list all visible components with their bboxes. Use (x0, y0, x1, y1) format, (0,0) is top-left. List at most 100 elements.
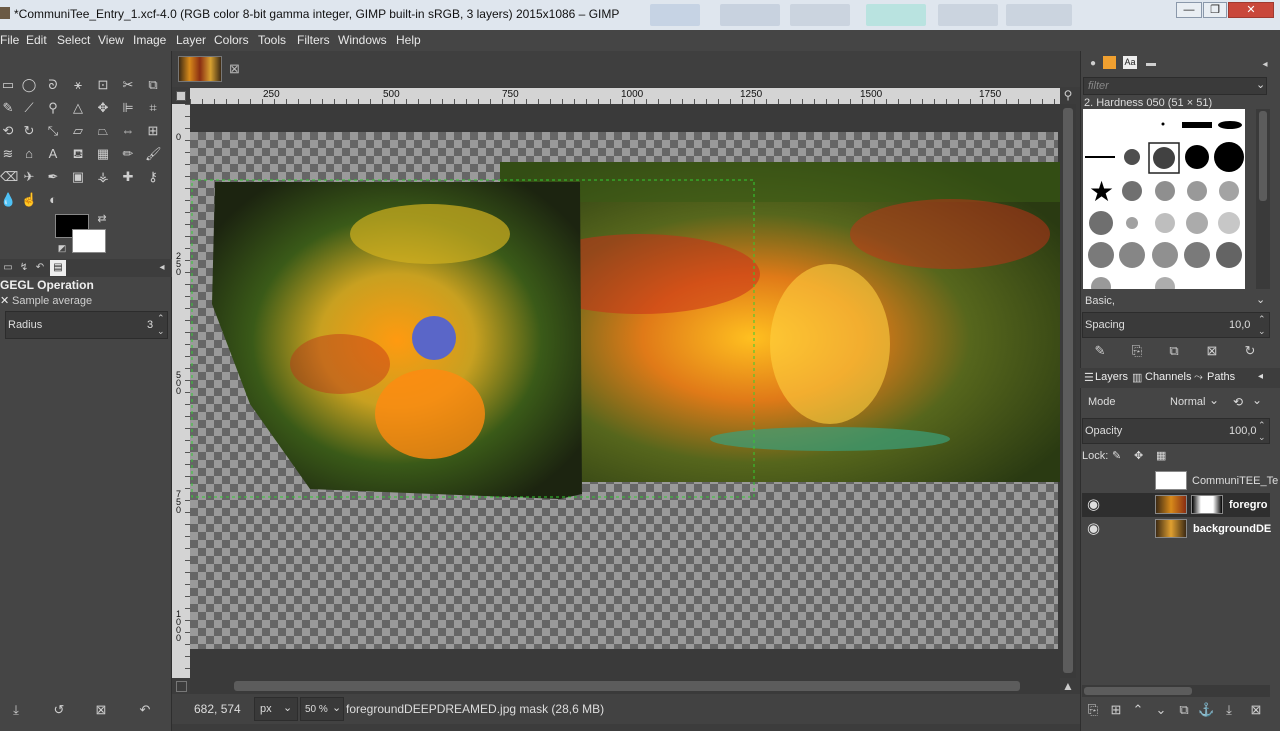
gradient-icon[interactable]: ▦ (95, 146, 111, 162)
handle-transform-icon[interactable]: ⌂ (21, 146, 37, 162)
brush-thumbnail[interactable] (1091, 277, 1111, 289)
delete-layer-icon[interactable]: ⊠ (1248, 702, 1264, 718)
layer-name[interactable]: CommuniTEE_Te (1192, 475, 1278, 487)
scissors-icon[interactable]: ✂ (120, 77, 136, 93)
brush-thumbnail[interactable] (1218, 121, 1242, 129)
spacing-slider[interactable]: Spacing 10,0 ⌃ ⌄ (1082, 312, 1270, 338)
navigate-icon[interactable] (176, 681, 187, 692)
image-tab-thumbnail[interactable] (178, 56, 222, 82)
brush-thumbnail[interactable] (1153, 147, 1175, 169)
layers-hscrollbar-thumb[interactable] (1084, 687, 1192, 695)
restore-tool-preset-icon[interactable]: ↺ (51, 702, 67, 718)
default-colors-icon[interactable]: ◩ (54, 240, 70, 256)
fuzzy-select-icon[interactable]: ⚹ (70, 77, 86, 93)
brushes-tab-icon[interactable]: ● (1085, 56, 1101, 72)
duplicate-layer-icon[interactable]: ⧉ (1176, 702, 1192, 718)
color-select-icon[interactable]: ⊡ (95, 77, 111, 93)
lock-alpha-icon[interactable]: ▦ (1156, 449, 1166, 462)
layer-row-foreground[interactable]: ◉ foregro (1082, 493, 1270, 517)
menu-help[interactable]: Help (396, 33, 421, 47)
lock-position-icon[interactable]: ✥ (1134, 449, 1143, 462)
unit-selector[interactable]: px ⌄ (254, 697, 298, 721)
images-tab-icon[interactable]: ▤ (50, 260, 66, 276)
brush-thumbnail[interactable] (1219, 181, 1239, 201)
eye-visibility-icon[interactable]: ◉ (1087, 519, 1100, 537)
crop-icon[interactable]: ⌗ (145, 100, 161, 116)
lock-pixels-icon[interactable]: ✎ (1112, 449, 1121, 462)
chevron-down-icon[interactable]: ⌄ (1252, 393, 1262, 407)
flip-icon[interactable]: ⇔ (120, 123, 136, 139)
mode-switch-icon[interactable]: ⟲ (1233, 395, 1243, 409)
quick-mask-toggle[interactable] (176, 91, 186, 101)
layer-row-communitee[interactable]: CommuniTEE_Te (1082, 469, 1278, 493)
menu-tools[interactable]: Tools (258, 33, 286, 47)
brush-grid-scrollbar-thumb[interactable] (1259, 111, 1267, 201)
swap-colors-icon[interactable]: ⇄ (94, 211, 110, 227)
cage-transform-icon[interactable]: ⊞ (145, 123, 161, 139)
spin-arrows-icon[interactable]: ⌃ ⌄ (1258, 419, 1266, 443)
blur-icon[interactable]: 💧 (0, 192, 16, 208)
warp-transform-icon[interactable]: ≋ (0, 146, 16, 162)
sample-average-checkbox[interactable]: ✕ (0, 294, 9, 307)
brush-thumbnail[interactable] (1119, 242, 1145, 268)
layer-row-background[interactable]: ◉ backgroundDE (1082, 517, 1271, 541)
measure-icon[interactable]: △ (70, 100, 86, 116)
minimize-button[interactable]: — (1176, 2, 1202, 18)
perspective-clone-icon[interactable]: ⚷ (145, 169, 161, 185)
brush-thumbnail[interactable]: ★ (1089, 175, 1114, 208)
panel-menu-icon[interactable]: ◂ (154, 260, 170, 276)
panel-menu-icon[interactable]: ◂ (1257, 57, 1273, 73)
color-picker-icon[interactable]: ⟋ (21, 100, 37, 116)
shear-icon[interactable]: ▱ (70, 123, 86, 139)
menu-image[interactable]: Image (133, 33, 166, 47)
new-brush-icon[interactable]: ⎘ (1129, 343, 1145, 359)
zoom-fit-icon[interactable]: ⚲ (1060, 88, 1076, 104)
brush-tag-selector[interactable]: Basic, ⌄ (1082, 292, 1270, 310)
navigate-arrow-icon[interactable]: ▲ (1062, 679, 1074, 693)
chevron-down-icon[interactable]: ⌄ (1209, 393, 1219, 407)
eraser-icon[interactable]: ⌫ (0, 169, 18, 185)
layer-mask-thumbnail[interactable] (1191, 495, 1223, 514)
brush-thumbnail[interactable] (1088, 242, 1114, 268)
brush-thumbnail[interactable] (1214, 142, 1244, 172)
mode-value[interactable]: Normal (1170, 396, 1205, 408)
background-color-swatch[interactable] (72, 229, 106, 253)
raise-layer-icon[interactable]: ⌃ (1130, 702, 1146, 718)
opacity-slider[interactable]: Opacity 100,0 ⌃ ⌄ (1082, 418, 1270, 444)
rotate-icon[interactable]: ↻ (21, 123, 37, 139)
menu-file[interactable]: File (0, 33, 19, 47)
delete-brush-icon[interactable]: ⊠ (1204, 343, 1220, 359)
brush-thumbnail[interactable] (1161, 122, 1165, 126)
radius-spinbox[interactable]: Radius 3 ⌃ ⌄ (5, 311, 168, 339)
maximize-button[interactable]: ❐ (1203, 2, 1227, 18)
ink-icon[interactable]: ✒ (45, 169, 61, 185)
vertical-scrollbar-thumb[interactable] (1063, 108, 1073, 673)
spin-arrows-icon[interactable]: ⌃ ⌄ (1258, 313, 1266, 337)
brush-thumbnail[interactable] (1185, 145, 1209, 169)
airbrush-icon[interactable]: ✈ (21, 169, 37, 185)
delete-tool-preset-icon[interactable]: ⊠ (93, 702, 109, 718)
menu-windows[interactable]: Windows (338, 33, 387, 47)
brush-thumbnail[interactable] (1155, 213, 1175, 233)
anchor-layer-icon[interactable]: ⚓ (1198, 702, 1214, 718)
brush-thumbnail[interactable] (1184, 242, 1210, 268)
spin-arrows-icon[interactable]: ⌃ ⌄ (157, 312, 165, 338)
unified-transform-icon[interactable]: ⟲ (0, 123, 16, 139)
new-layer-icon[interactable]: ⎘ (1085, 702, 1101, 718)
brush-thumbnail[interactable] (1186, 212, 1208, 234)
paintbrush-icon[interactable]: 🖌 (145, 146, 162, 162)
perspective-icon[interactable]: ⏢ (95, 123, 111, 139)
scale-icon[interactable]: ⤡ (45, 123, 61, 139)
foreground-select-icon[interactable]: ⧉ (145, 77, 161, 93)
brush-thumbnail[interactable] (1089, 211, 1113, 235)
eye-visibility-icon[interactable]: ◉ (1087, 495, 1100, 513)
brush-thumbnail[interactable] (1152, 242, 1178, 268)
mypaint-brush-icon[interactable]: ▣ (70, 169, 86, 185)
brush-grid[interactable]: ★ (1083, 109, 1245, 289)
menu-view[interactable]: View (98, 33, 124, 47)
brush-thumbnail[interactable] (1122, 181, 1142, 201)
undo-history-tab-icon[interactable]: ↶ (32, 260, 48, 276)
vertical-scrollbar[interactable] (1060, 104, 1076, 678)
zoom-icon[interactable]: ⚲ (45, 100, 61, 116)
move-icon[interactable]: ✥ (95, 100, 111, 116)
